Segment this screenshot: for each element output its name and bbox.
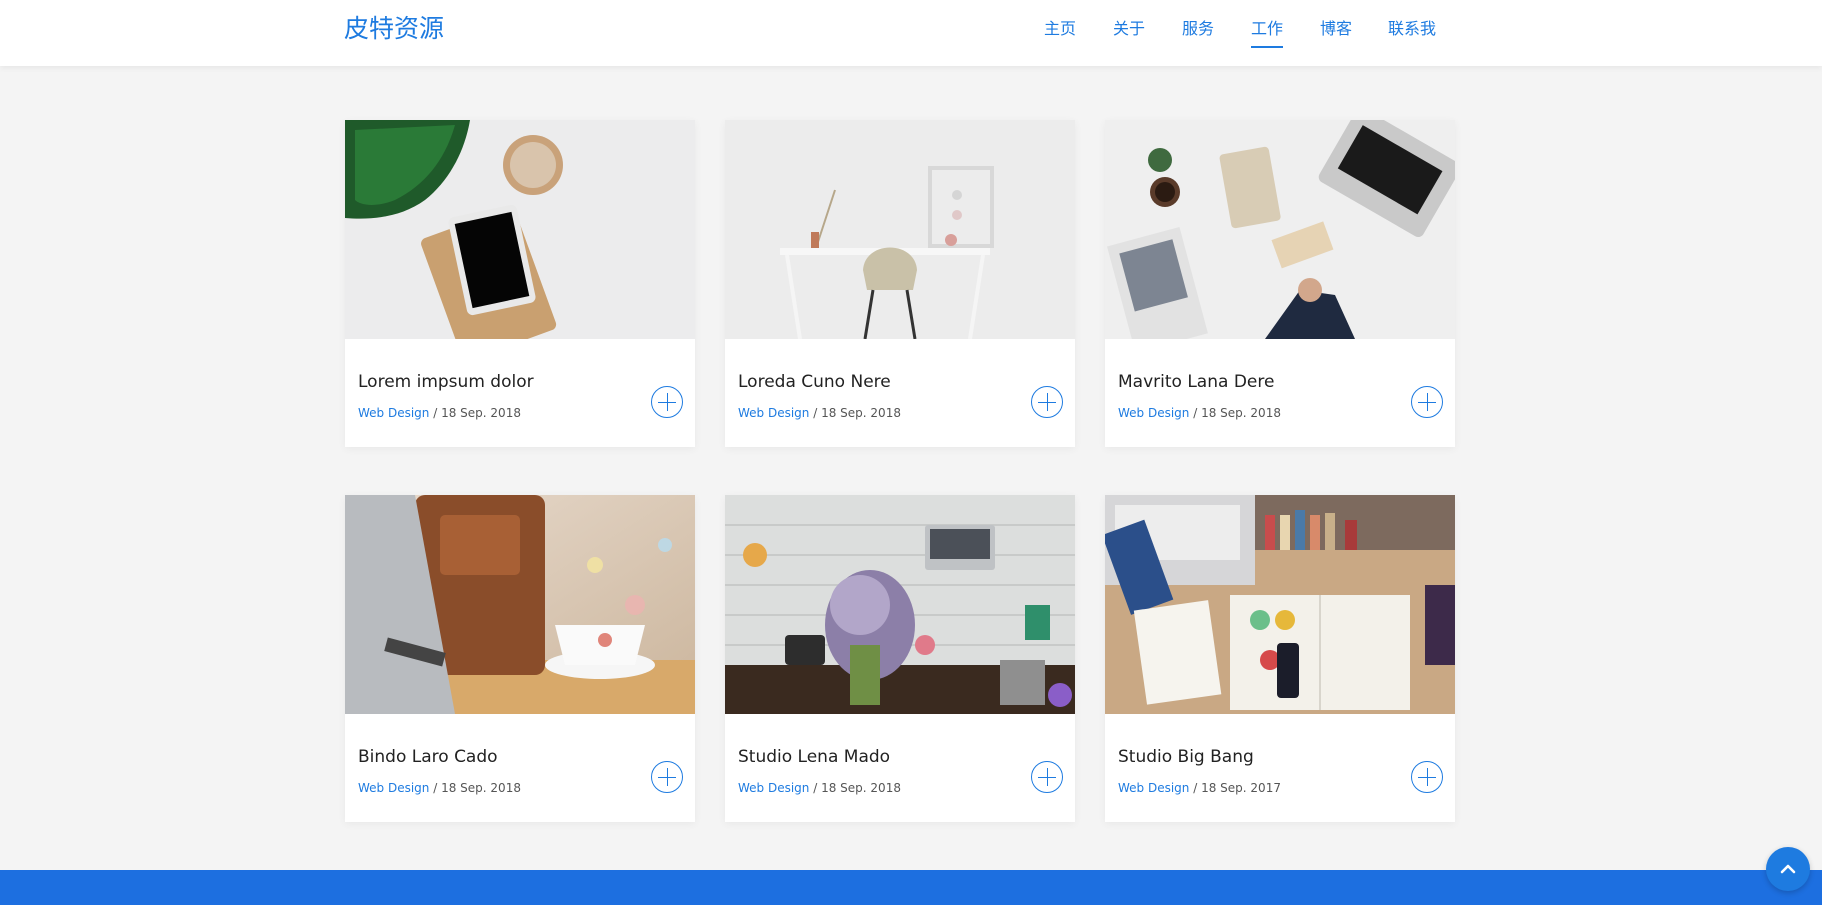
card-image[interactable] [345,120,695,339]
card-meta: Web Design / 18 Sep. 2017 [1118,781,1281,795]
card-image[interactable] [1105,495,1455,714]
chevron-up-icon [1780,864,1796,874]
portfolio-card: Mavrito Lana Dere Web Design / 18 Sep. 2… [1105,120,1455,447]
card-image[interactable] [725,120,1075,339]
plus-circle-icon[interactable] [1411,761,1443,793]
back-to-top-button[interactable] [1766,847,1810,891]
card-category-link[interactable]: Web Design [1118,406,1189,420]
card-date: / 18 Sep. 2018 [429,406,521,420]
footer-band [0,870,1822,905]
card-title: Studio Big Bang [1118,747,1254,767]
plus-circle-icon[interactable] [1031,761,1063,793]
portfolio-card: Loreda Cuno Nere Web Design / 18 Sep. 20… [725,120,1075,447]
card-meta: Web Design / 18 Sep. 2018 [738,406,901,420]
plus-circle-icon[interactable] [1031,386,1063,418]
card-image[interactable] [725,495,1075,714]
portfolio-card: Bindo Laro Cado Web Design / 18 Sep. 201… [345,495,695,822]
brand-logo[interactable]: 皮特资源 [344,12,444,46]
card-title: Bindo Laro Cado [358,747,498,767]
card-title: Mavrito Lana Dere [1118,372,1275,392]
nav-item-work[interactable]: 工作 [1251,18,1284,48]
card-meta: Web Design / 18 Sep. 2018 [358,781,521,795]
card-meta: Web Design / 18 Sep. 2018 [738,781,901,795]
card-title: Lorem impsum dolor [358,372,534,392]
card-title: Loreda Cuno Nere [738,372,891,392]
card-category-link[interactable]: Web Design [358,406,429,420]
nav-item-services[interactable]: 服务 [1182,18,1214,40]
card-date: / 18 Sep. 2018 [429,781,521,795]
plus-circle-icon[interactable] [1411,386,1443,418]
card-category-link[interactable]: Web Design [738,406,809,420]
card-date: / 18 Sep. 2017 [1189,781,1281,795]
card-category-link[interactable]: Web Design [738,781,809,795]
card-category-link[interactable]: Web Design [358,781,429,795]
portfolio-card: Lorem impsum dolor Web Design / 18 Sep. … [345,120,695,447]
card-date: / 18 Sep. 2018 [809,781,901,795]
card-title: Studio Lena Mado [738,747,891,767]
card-meta: Web Design / 18 Sep. 2018 [358,406,521,420]
nav-item-blog[interactable]: 博客 [1320,18,1352,40]
card-meta: Web Design / 18 Sep. 2018 [1118,406,1281,420]
top-navbar: 皮特资源 主页 关于 服务 工作 博客 联系我 [0,0,1822,66]
plus-circle-icon[interactable] [651,386,683,418]
nav-item-contact[interactable]: 联系我 [1388,18,1436,40]
card-image[interactable] [1105,120,1455,339]
card-date: / 18 Sep. 2018 [1189,406,1281,420]
nav-item-about[interactable]: 关于 [1113,18,1145,40]
card-date: / 18 Sep. 2018 [809,406,901,420]
card-image[interactable] [345,495,695,714]
nav-item-home[interactable]: 主页 [1044,18,1076,40]
plus-circle-icon[interactable] [651,761,683,793]
portfolio-card: Studio Lena Mado Web Design / 18 Sep. 20… [725,495,1075,822]
card-category-link[interactable]: Web Design [1118,781,1189,795]
portfolio-card: Studio Big Bang Web Design / 18 Sep. 201… [1105,495,1455,822]
